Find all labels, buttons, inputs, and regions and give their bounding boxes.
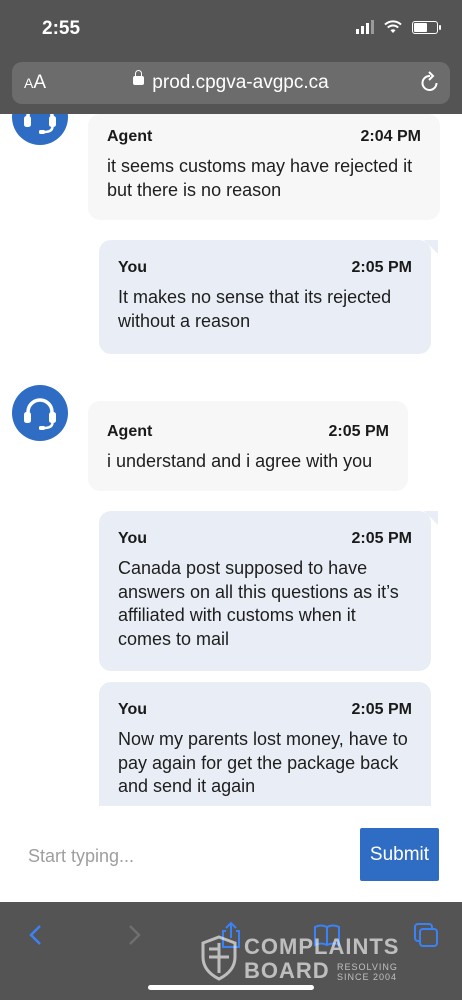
headset-icon bbox=[24, 398, 56, 430]
composer: Start typing... Submit bbox=[0, 806, 462, 904]
signal-icon bbox=[356, 20, 374, 34]
message-time: 2:05 PM bbox=[351, 530, 412, 547]
message-sender: You bbox=[118, 259, 148, 276]
lock-icon bbox=[133, 70, 145, 86]
complaintsboard-watermark: COMPLAINTS BOARD RESOLVING SINCE 2004 bbox=[200, 934, 420, 983]
home-indicator[interactable] bbox=[148, 985, 314, 990]
battery-icon bbox=[412, 20, 441, 34]
message-bubble-you: You 2:05 PM It makes no sense that its re… bbox=[99, 240, 438, 354]
submit-button[interactable]: Submit bbox=[360, 828, 439, 881]
url-text: prod.cpgva-avgpc.ca bbox=[152, 72, 329, 93]
forward-icon[interactable] bbox=[118, 920, 148, 950]
headset-icon bbox=[24, 114, 56, 134]
watermark-line2: BOARD bbox=[244, 958, 330, 983]
watermark-line1: COMPLAINTS bbox=[244, 934, 400, 959]
bubble-tail bbox=[424, 511, 438, 525]
reload-icon[interactable] bbox=[420, 71, 440, 93]
message-sender: Agent bbox=[107, 423, 153, 440]
shield-icon bbox=[201, 935, 237, 981]
message-time: 2:05 PM bbox=[351, 259, 412, 276]
back-icon[interactable] bbox=[22, 920, 52, 950]
status-icons bbox=[356, 20, 441, 34]
message-time: 2:05 PM bbox=[351, 701, 412, 718]
agent-avatar bbox=[12, 114, 68, 145]
status-bar: 2:55 bbox=[0, 0, 462, 60]
message-text: Now my parents lost money, have to pay a… bbox=[118, 729, 408, 796]
message-bubble-you: You 2:05 PM Canada post supposed to have … bbox=[99, 511, 438, 671]
message-sender: You bbox=[118, 701, 148, 718]
chat-transcript[interactable]: Agent 2:04 PM it seems customs may have r… bbox=[0, 114, 462, 806]
message-bubble-agent: Agent 2:04 PM it seems customs may have r… bbox=[88, 114, 440, 220]
message-text: it seems customs may have rejected it bu… bbox=[107, 156, 413, 200]
bubble-tail bbox=[424, 240, 438, 254]
address-bar[interactable]: AA prod.cpgva-avgpc.ca bbox=[12, 62, 450, 104]
agent-avatar bbox=[12, 385, 68, 441]
status-time: 2:55 bbox=[42, 18, 81, 39]
browser-address-area: AA prod.cpgva-avgpc.ca bbox=[0, 60, 462, 114]
message-time: 2:04 PM bbox=[360, 128, 421, 145]
message-input[interactable]: Start typing... bbox=[28, 846, 134, 867]
message-time: 2:05 PM bbox=[328, 423, 389, 440]
message-text: Canada post supposed to have answers on … bbox=[118, 558, 399, 649]
message-text: It makes no sense that its rejected with… bbox=[118, 287, 392, 331]
watermark-tagline: RESOLVING SINCE 2004 bbox=[337, 962, 398, 982]
message-sender: You bbox=[118, 530, 148, 547]
url-display[interactable]: prod.cpgva-avgpc.ca bbox=[12, 70, 450, 94]
message-bubble-agent: Agent 2:05 PM i understand and i agree wi… bbox=[88, 401, 408, 491]
wifi-icon bbox=[384, 20, 402, 33]
message-bubble-you: You 2:05 PM Now my parents lost money, ha… bbox=[99, 682, 431, 806]
message-text: i understand and i agree with you bbox=[107, 451, 373, 471]
message-sender: Agent bbox=[107, 128, 153, 145]
